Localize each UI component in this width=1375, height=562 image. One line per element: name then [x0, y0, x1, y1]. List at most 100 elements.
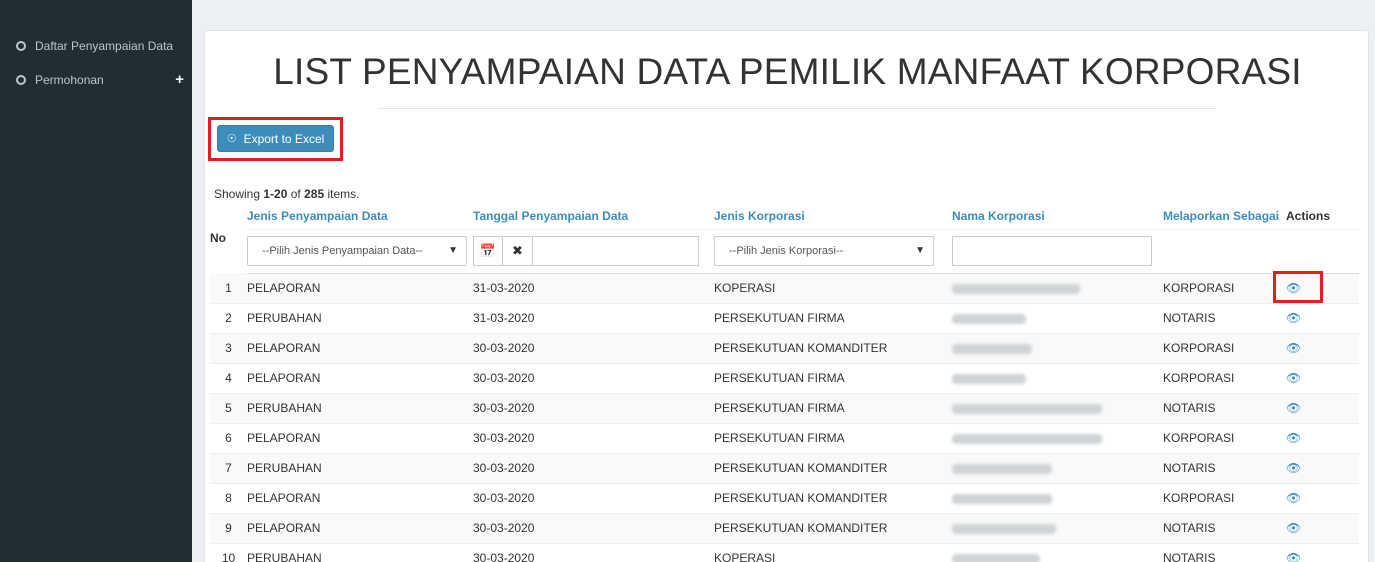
cell-no: 4	[210, 363, 247, 394]
sidebar-item-daftar-penyampaian-data[interactable]: Daftar Penyampaian Data	[0, 36, 192, 56]
cell-korporasi: PERSEKUTUAN KOMANDITER	[714, 453, 952, 484]
table-row: 8 PELAPORAN 30-03-2020 PERSEKUTUAN KOMAN…	[210, 483, 1359, 514]
eye-icon[interactable]: 👁	[1286, 371, 1301, 385]
cell-jenis: PERUBAHAN	[247, 303, 473, 334]
export-to-excel-button[interactable]: ☉ Export to Excel	[217, 125, 334, 152]
nama-korporasi-filter-input[interactable]	[952, 236, 1152, 266]
cell-sebagai: KORPORASI	[1163, 483, 1286, 514]
table-row: 5 PERUBAHAN 30-03-2020 PERSEKUTUAN FIRMA…	[210, 393, 1359, 424]
expand-icon[interactable]: +	[175, 71, 184, 88]
cell-tanggal: 30-03-2020	[473, 363, 714, 394]
cell-no: 8	[210, 483, 247, 514]
cell-sebagai: NOTARIS	[1163, 393, 1286, 424]
summary-total: 285	[304, 187, 325, 201]
sidebar-item-label: Daftar Penyampaian Data	[35, 39, 174, 53]
cell-tanggal: 31-03-2020	[473, 273, 714, 304]
cell-nama-korporasi-redacted	[952, 393, 1163, 424]
eye-icon[interactable]: 👁	[1286, 521, 1301, 535]
calendar-icon[interactable]: 📅	[473, 236, 503, 266]
close-icon[interactable]: ✖	[503, 236, 533, 266]
table-row: 6 PELAPORAN 30-03-2020 PERSEKUTUAN FIRMA…	[210, 423, 1359, 454]
highlight-box: ☉ Export to Excel	[208, 117, 343, 161]
summary-text: Showing 1-20 of 285 items.	[214, 187, 360, 201]
jenis-penyampaian-filter-select[interactable]: --Pilih Jenis Penyampaian Data-- ▼	[247, 236, 467, 266]
cell-korporasi: PERSEKUTUAN KOMANDITER	[714, 513, 952, 544]
cell-nama-korporasi-redacted	[952, 273, 1163, 304]
eye-icon[interactable]: 👁	[1286, 461, 1301, 475]
jenis-korporasi-filter-select[interactable]: --Pilih Jenis Korporasi-- ▼	[714, 236, 934, 266]
column-header-jenis-penyampaian[interactable]: Jenis Penyampaian Data	[247, 203, 473, 229]
cell-jenis: PERUBAHAN	[247, 543, 473, 562]
cell-tanggal: 30-03-2020	[473, 393, 714, 424]
cell-nama-korporasi-redacted	[952, 483, 1163, 514]
column-header-nama-korporasi[interactable]: Nama Korporasi	[952, 203, 1163, 229]
circle-icon	[16, 41, 26, 51]
cell-nama-korporasi-redacted	[952, 453, 1163, 484]
cell-sebagai: KORPORASI	[1163, 333, 1286, 364]
cell-no: 3	[210, 333, 247, 364]
cell-sebagai: NOTARIS	[1163, 453, 1286, 484]
cell-nama-korporasi-redacted	[952, 333, 1163, 364]
table-row: 9 PELAPORAN 30-03-2020 PERSEKUTUAN KOMAN…	[210, 513, 1359, 544]
column-header-actions: Actions	[1286, 208, 1331, 223]
cell-korporasi: KOPERASI	[714, 273, 952, 304]
cell-no: 5	[210, 393, 247, 424]
eye-icon[interactable]: 👁	[1286, 341, 1301, 355]
cell-jenis: PELAPORAN	[247, 363, 473, 394]
cell-korporasi: PERSEKUTUAN FIRMA	[714, 423, 952, 454]
content-box: LIST PENYAMPAIAN DATA PEMILIK MANFAAT KO…	[204, 30, 1369, 562]
cell-no: 6	[210, 423, 247, 454]
eye-icon[interactable]: 👁	[1286, 491, 1301, 505]
cell-jenis: PERUBAHAN	[247, 453, 473, 484]
eye-icon[interactable]: 👁	[1286, 401, 1301, 415]
cell-tanggal: 30-03-2020	[473, 513, 714, 544]
tanggal-filter: 📅 ✖	[473, 236, 699, 266]
column-header-tanggal[interactable]: Tanggal Penyampaian Data	[473, 203, 714, 229]
column-header-jenis-korporasi[interactable]: Jenis Korporasi	[714, 203, 952, 229]
cell-sebagai: NOTARIS	[1163, 513, 1286, 544]
cell-no: 2	[210, 303, 247, 334]
table-row: 2 PERUBAHAN 31-03-2020 PERSEKUTUAN FIRMA…	[210, 303, 1359, 334]
eye-icon[interactable]: 👁	[1286, 431, 1301, 445]
tanggal-filter-input[interactable]	[533, 236, 699, 266]
cell-jenis: PELAPORAN	[247, 273, 473, 304]
cell-nama-korporasi-redacted	[952, 423, 1163, 454]
cell-korporasi: PERSEKUTUAN FIRMA	[714, 303, 952, 334]
eye-icon[interactable]: 👁	[1286, 551, 1301, 562]
cell-sebagai: KORPORASI	[1163, 423, 1286, 454]
cell-sebagai: NOTARIS	[1163, 303, 1286, 334]
table-row: 10 PERUBAHAN 30-03-2020 KOPERASI NOTARIS…	[210, 543, 1359, 562]
sidebar-item-label: Permohonan	[35, 73, 104, 87]
cell-nama-korporasi-redacted	[952, 303, 1163, 334]
table-row: 7 PERUBAHAN 30-03-2020 PERSEKUTUAN KOMAN…	[210, 453, 1359, 484]
cell-tanggal: 31-03-2020	[473, 303, 714, 334]
sidebar: Daftar Penyampaian Data Permohonan +	[0, 0, 192, 562]
cell-no: 1	[210, 273, 247, 304]
title-divider	[378, 108, 1216, 109]
cell-korporasi: PERSEKUTUAN FIRMA	[714, 393, 952, 424]
circle-icon	[16, 75, 26, 85]
column-header-melaporkan[interactable]: Melaporkan Sebagai	[1163, 203, 1286, 229]
plus-circle-icon: ☉	[226, 133, 237, 145]
table-row: 1 PELAPORAN 31-03-2020 KOPERASI KORPORAS…	[210, 270, 1359, 304]
cell-jenis: PELAPORAN	[247, 423, 473, 454]
export-button-label: Export to Excel	[243, 131, 325, 146]
cell-sebagai: KORPORASI	[1163, 363, 1286, 394]
cell-nama-korporasi-redacted	[952, 513, 1163, 544]
page-title: LIST PENYAMPAIAN DATA PEMILIK MANFAAT KO…	[273, 51, 1302, 92]
summary-range: 1-20	[263, 187, 288, 201]
cell-korporasi: PERSEKUTUAN KOMANDITER	[714, 333, 952, 364]
sidebar-item-permohonan[interactable]: Permohonan +	[0, 70, 192, 90]
cell-sebagai: KORPORASI	[1163, 273, 1286, 304]
data-table: No Jenis Penyampaian Data Tanggal Penyam…	[210, 203, 1359, 562]
cell-tanggal: 30-03-2020	[473, 543, 714, 562]
main-content: LIST PENYAMPAIAN DATA PEMILIK MANFAAT KO…	[192, 0, 1375, 562]
cell-korporasi: KOPERASI	[714, 543, 952, 562]
cell-jenis: PELAPORAN	[247, 333, 473, 364]
caret-down-icon: ▼	[915, 245, 925, 256]
cell-tanggal: 30-03-2020	[473, 333, 714, 364]
cell-no: 7	[210, 453, 247, 484]
eye-icon[interactable]: 👁	[1286, 311, 1301, 325]
cell-jenis: PELAPORAN	[247, 483, 473, 514]
table-row: 3 PELAPORAN 30-03-2020 PERSEKUTUAN KOMAN…	[210, 333, 1359, 364]
